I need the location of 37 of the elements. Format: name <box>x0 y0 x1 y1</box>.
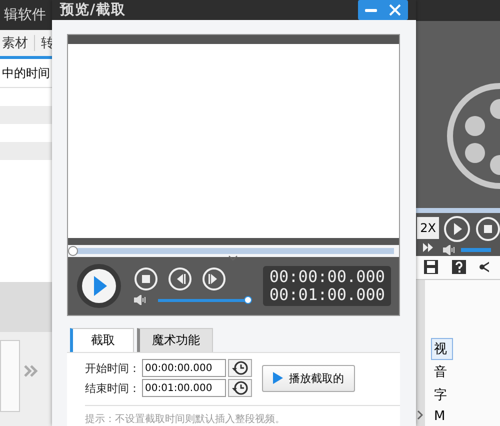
set-time-button[interactable] <box>228 359 252 377</box>
play-icon <box>273 372 283 384</box>
volume-icon <box>443 244 457 255</box>
hint-text: 提示：不设置截取时间则默认插入整段视频。 <box>85 405 400 426</box>
time-readout: 00:01:00.000 <box>269 286 385 304</box>
volume-icon <box>134 295 148 305</box>
save-icon[interactable] <box>423 259 439 276</box>
list-item[interactable]: 字 <box>431 384 453 406</box>
toolbar-tab[interactable]: 素材 <box>2 34 28 52</box>
time-input[interactable]: 00:00:00.000 <box>142 359 226 377</box>
help-icon[interactable] <box>451 259 467 276</box>
play-clip-button[interactable]: 播放截取的 <box>262 364 355 392</box>
caret-icon[interactable] <box>228 255 238 261</box>
double-chevron-icon <box>24 365 38 377</box>
dialog-title: 预览/截取 <box>60 1 126 19</box>
tab[interactable]: 魔术功能 <box>137 328 213 352</box>
close-icon[interactable] <box>388 3 402 17</box>
next-frame-icon[interactable] <box>202 267 226 291</box>
app-title: 辑软件 <box>4 6 46 24</box>
fast-forward-icon[interactable] <box>422 243 434 252</box>
tab[interactable]: 截取 <box>70 328 134 352</box>
time-input[interactable]: 00:01:00.000 <box>142 379 226 397</box>
stop-icon[interactable] <box>475 216 500 242</box>
list-item[interactable]: 音 <box>431 361 453 383</box>
time-readout: 00:00:00.000 <box>269 268 385 286</box>
play-button[interactable] <box>76 263 122 309</box>
play-icon[interactable] <box>443 214 471 243</box>
field-label: 结束时间： <box>85 380 140 396</box>
previous-frame-icon[interactable] <box>168 267 192 291</box>
column-header: 中的时间 <box>2 64 50 82</box>
speed-button[interactable]: 2X <box>417 217 439 240</box>
list-item[interactable]: 视 <box>431 338 453 360</box>
toolbar-tab[interactable]: 转 <box>41 34 54 52</box>
set-time-button[interactable] <box>228 379 252 397</box>
field-label: 开始时间： <box>85 360 140 376</box>
stop-icon[interactable] <box>134 267 158 291</box>
list-item[interactable]: M <box>431 407 453 426</box>
